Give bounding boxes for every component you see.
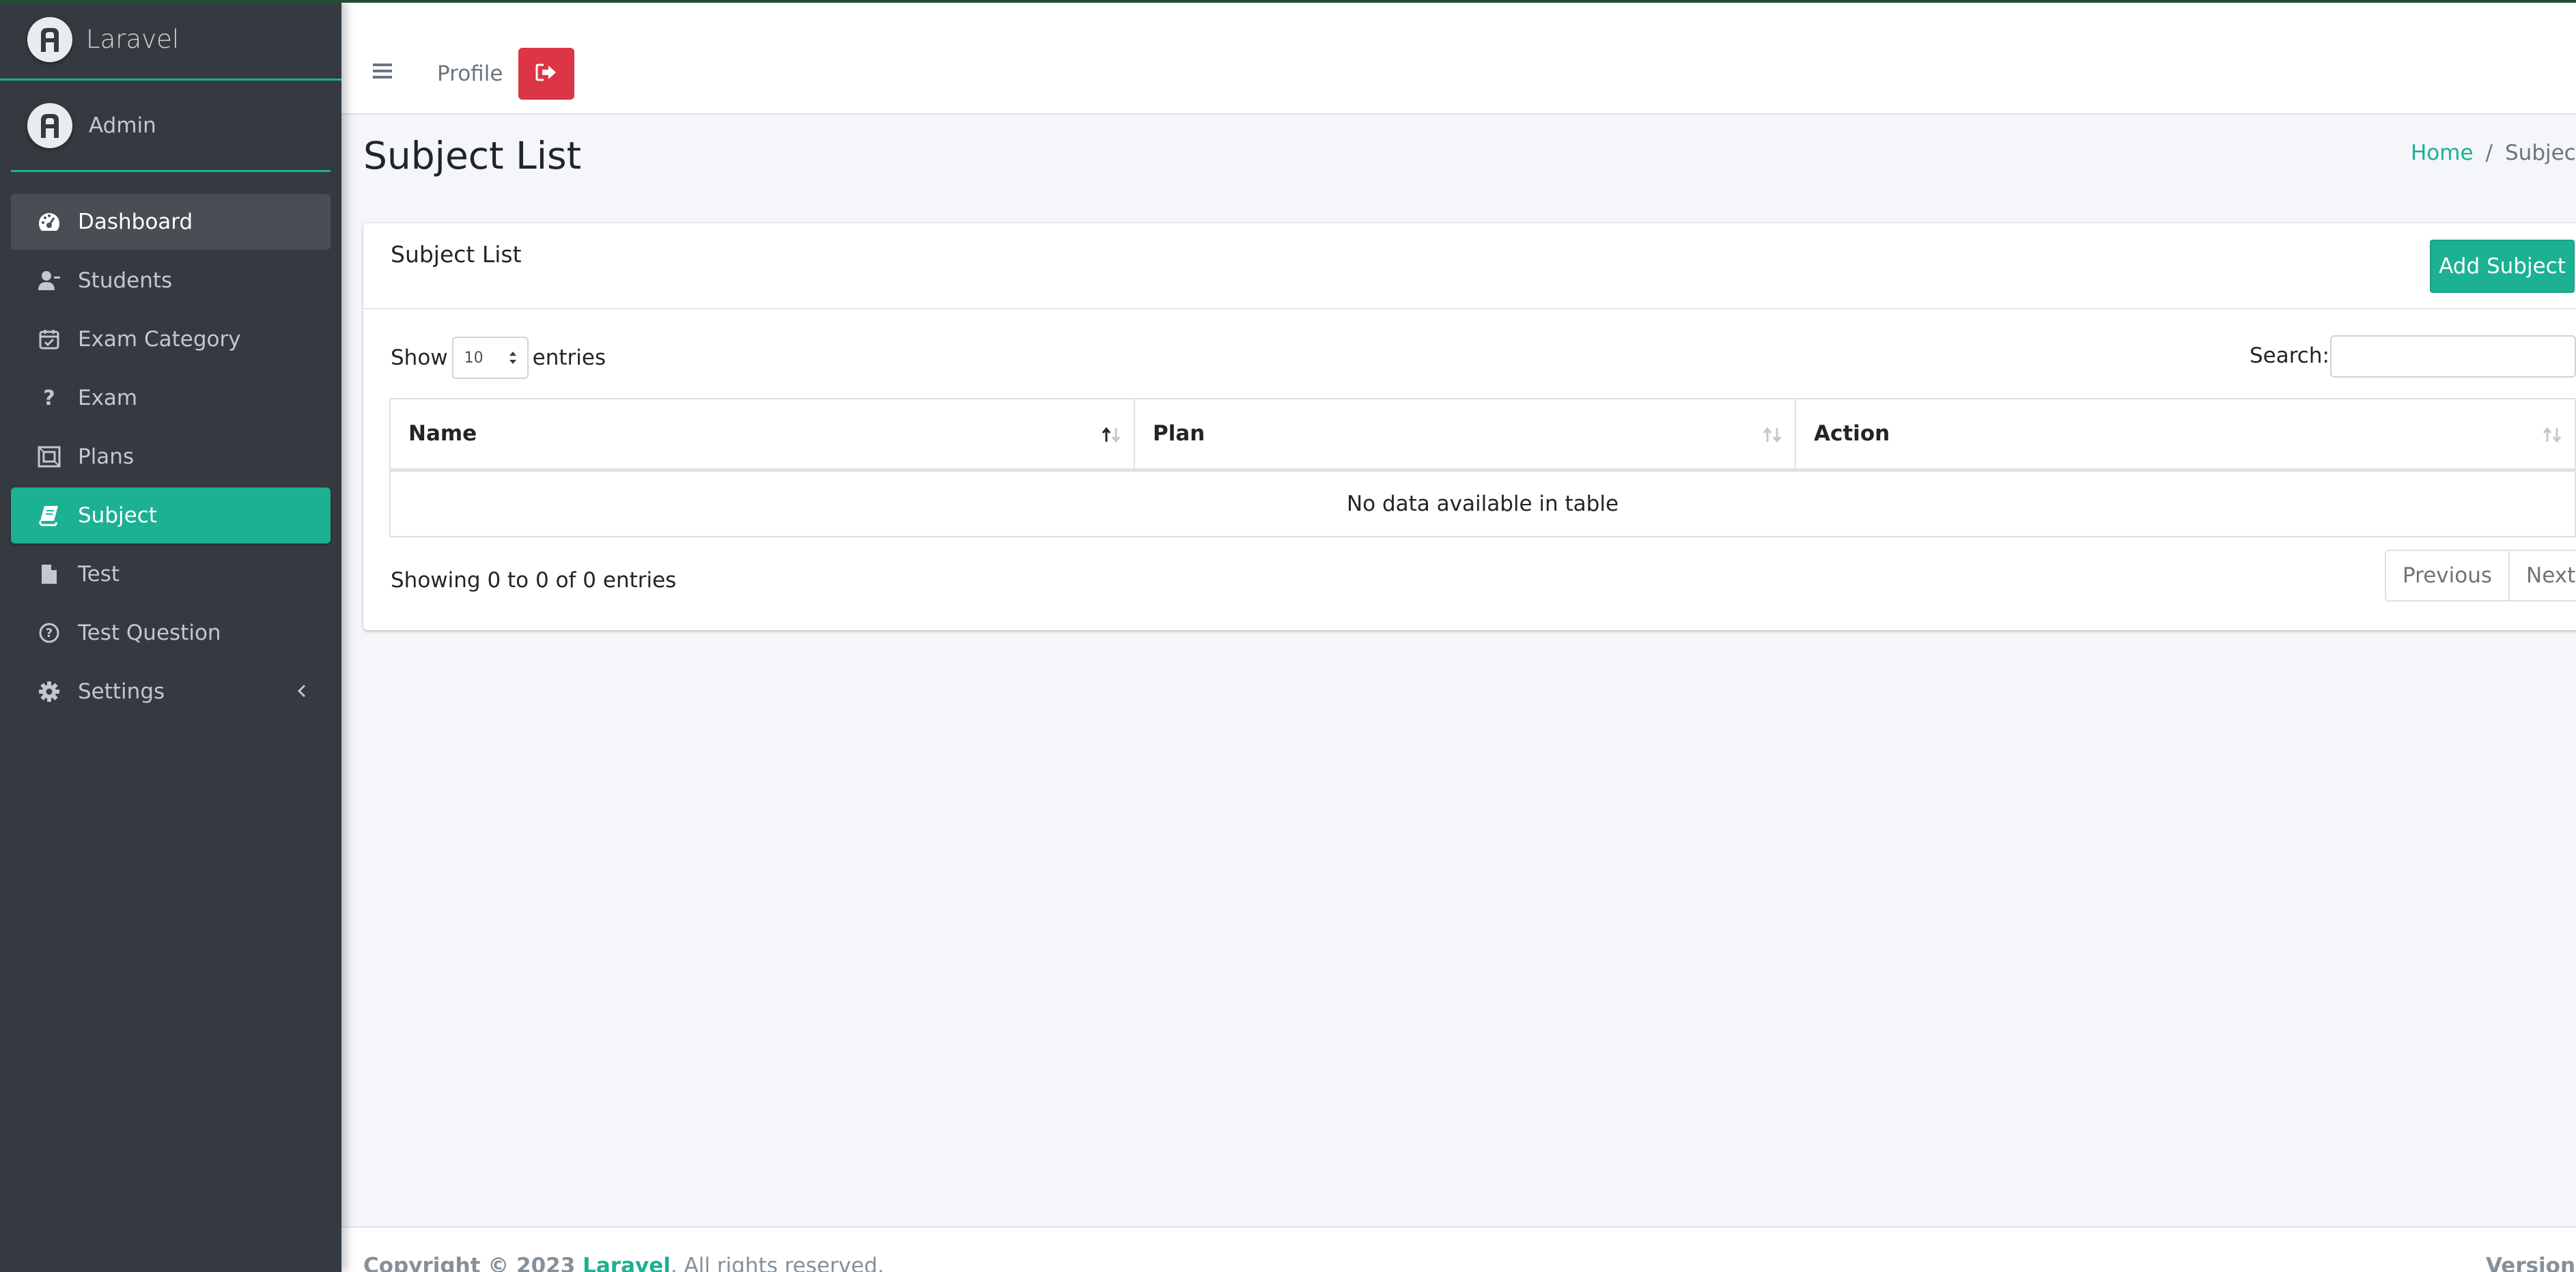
- dashboard-icon: [37, 210, 61, 234]
- entries-label: entries: [532, 345, 606, 370]
- version-text: Version 1.0: [2486, 1254, 2576, 1272]
- sidebar-item-subject[interactable]: Subject: [11, 487, 331, 543]
- page-length-select[interactable]: 10: [451, 337, 529, 379]
- copyright-text: Copyright © 2023: [363, 1254, 583, 1272]
- show-label: Show: [391, 345, 448, 370]
- search-label: Search:: [2250, 343, 2329, 368]
- sidebar-item-label: Test Question: [78, 621, 221, 645]
- calendar-check-icon: [37, 327, 61, 352]
- table-info: Showing 0 to 0 of 0 entries: [391, 568, 677, 593]
- sidebar-item-test-question[interactable]: ? Test Question: [11, 605, 331, 661]
- sidebar-item-students[interactable]: Students: [11, 253, 331, 309]
- sidebar-item-dashboard[interactable]: Dashboard: [11, 194, 331, 250]
- top-accent-line: [0, 0, 2576, 3]
- user-name: Admin: [89, 113, 156, 138]
- subject-list-card: Subject List Add Subject Show 10 entries…: [363, 223, 2576, 630]
- hamburger-icon[interactable]: [373, 63, 392, 82]
- column-header-label: Plan: [1153, 421, 1205, 447]
- avatar: [27, 102, 72, 148]
- sort-arrows-icon: [508, 350, 518, 369]
- brand-logo-icon: [27, 16, 72, 62]
- page-title: Subject List: [363, 134, 582, 178]
- sidebar-item-label: Test: [78, 562, 120, 586]
- gear-icon: [37, 679, 61, 704]
- footer: Copyright © 2023 Laravel. All rights res…: [341, 1226, 2576, 1272]
- breadcrumb-current: Subject List: [2505, 141, 2576, 165]
- sidebar-item-label: Plans: [78, 444, 135, 469]
- pagination: Previous Next: [2385, 550, 2576, 602]
- footer-brand-link[interactable]: Laravel: [583, 1254, 671, 1272]
- sidebar-item-label: Exam: [78, 386, 138, 410]
- svg-text:?: ?: [46, 626, 53, 640]
- chevron-left-icon: [296, 681, 307, 706]
- sidebar: Laravel Admin Dashboard Students Exam Ca…: [0, 0, 341, 1272]
- add-subject-button[interactable]: Add Subject: [2430, 240, 2575, 293]
- sidebar-nav: Dashboard Students Exam Category ? Exam …: [0, 172, 341, 720]
- sort-icon: [1762, 425, 1782, 450]
- column-header-name[interactable]: Name: [389, 398, 1135, 472]
- breadcrumb-home-link[interactable]: Home: [2411, 141, 2474, 165]
- sidebar-item-settings[interactable]: Settings: [11, 664, 331, 720]
- column-header-action[interactable]: Action: [1795, 398, 2576, 472]
- question-circle-icon: ?: [37, 621, 61, 645]
- column-header-label: Action: [1814, 421, 1890, 447]
- column-header-plan[interactable]: Plan: [1134, 398, 1796, 472]
- sign-out-icon: [535, 63, 557, 84]
- brand-link[interactable]: Laravel: [0, 0, 341, 81]
- card-title: Subject List: [391, 241, 522, 268]
- sidebar-item-label: Exam Category: [78, 327, 241, 352]
- sidebar-item-exam-category[interactable]: Exam Category: [11, 311, 331, 367]
- rights-text: . All rights reserved.: [670, 1254, 884, 1272]
- column-header-label: Name: [408, 421, 477, 447]
- brand-text: Laravel: [86, 25, 180, 54]
- previous-page-button[interactable]: Previous: [2386, 551, 2509, 600]
- search-input[interactable]: [2330, 335, 2576, 378]
- subjects-table: Name Plan Action No data available in ta…: [389, 398, 2576, 537]
- profile-link[interactable]: Profile: [437, 61, 503, 86]
- table-row: No data available in table: [389, 469, 2576, 537]
- table-header-row: Name Plan Action: [389, 398, 2576, 472]
- sidebar-item-exam[interactable]: ? Exam: [11, 370, 331, 426]
- page-length-value: 10: [464, 349, 484, 367]
- sidebar-item-label: Settings: [78, 679, 165, 704]
- file-icon: [37, 562, 61, 586]
- question-icon: ?: [43, 386, 55, 410]
- page-length-control: Show 10 entries: [391, 337, 606, 379]
- sort-ascending-icon: [1101, 425, 1121, 450]
- card-header: Subject List Add Subject: [363, 223, 2576, 309]
- breadcrumb-separator: /: [2485, 141, 2493, 165]
- logout-button[interactable]: [518, 48, 574, 100]
- sidebar-item-label: Dashboard: [78, 210, 193, 234]
- sidebar-item-label: Students: [78, 268, 173, 293]
- top-navbar: Profile: [341, 0, 2576, 115]
- empty-table-message: No data available in table: [389, 469, 2576, 537]
- sidebar-item-test[interactable]: Test: [11, 546, 331, 602]
- breadcrumb: Home / Subject List: [2411, 141, 2576, 165]
- sidebar-item-label: Subject: [78, 503, 157, 528]
- next-page-button[interactable]: Next: [2508, 551, 2576, 600]
- plans-icon: [37, 444, 61, 469]
- user-icon: [37, 268, 61, 293]
- user-panel[interactable]: Admin: [11, 81, 331, 172]
- copyright: Copyright © 2023 Laravel. All rights res…: [363, 1254, 884, 1272]
- sidebar-item-plans[interactable]: Plans: [11, 429, 331, 485]
- sort-icon: [2542, 425, 2562, 450]
- book-icon: [37, 503, 61, 528]
